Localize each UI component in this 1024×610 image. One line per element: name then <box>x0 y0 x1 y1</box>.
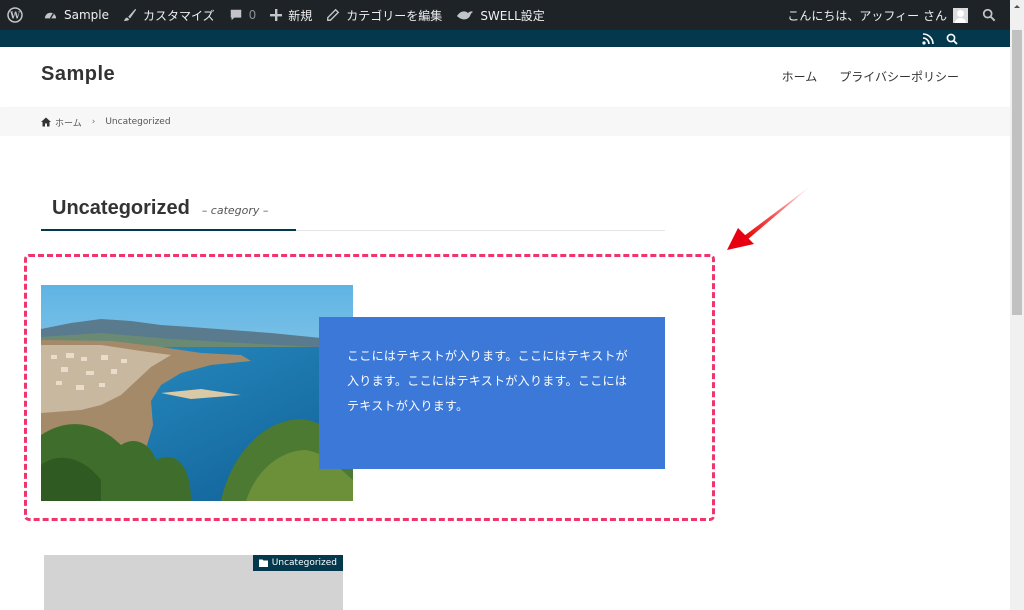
edit-category-link[interactable]: カテゴリーを編集 <box>319 0 449 30</box>
new-label: 新規 <box>288 8 313 23</box>
folder-icon <box>258 559 268 567</box>
featured-image <box>41 285 353 501</box>
swell-bird-icon <box>457 11 474 20</box>
featured-text-box: ここにはテキストが入ります。ここにはテキストが入ります。ここにはテキストが入りま… <box>319 317 665 469</box>
scrollbar-thumb[interactable] <box>1012 30 1022 315</box>
site-name-link[interactable]: Sample <box>36 0 116 30</box>
comments-count: 0 <box>248 8 257 22</box>
featured-text: ここにはテキストが入ります。ここにはテキストが入ります。ここにはテキストが入りま… <box>347 349 628 413</box>
search-icon <box>982 8 996 22</box>
search-icon[interactable] <box>946 33 958 45</box>
swell-settings-label: SWELL設定 <box>480 8 545 23</box>
home-icon <box>41 117 51 127</box>
archive-title-block: Uncategorized – category – <box>41 194 665 231</box>
svg-text:W: W <box>9 12 21 22</box>
site-title[interactable]: Sample <box>41 63 115 86</box>
page-scrollbar[interactable] <box>1010 0 1024 610</box>
new-content-link[interactable]: 新規 <box>263 0 319 30</box>
pencil-icon <box>327 8 340 21</box>
admin-bar: W Sample カスタマイズ 0 新規 カテゴリーを編集 SWELL設定 こん… <box>0 0 1010 30</box>
wordpress-logo-button[interactable]: W <box>0 0 36 30</box>
site-header: Sample ホーム プライバシーポリシー <box>0 47 1010 107</box>
dashboard-icon <box>44 12 57 19</box>
header-top-bar <box>0 30 1010 47</box>
customize-label: カスタマイズ <box>143 8 215 23</box>
my-account-link[interactable]: こんにちは、アッフィー さん <box>780 0 975 30</box>
comment-icon <box>230 9 241 21</box>
nav-item-home[interactable]: ホーム <box>782 68 818 85</box>
breadcrumb: ホーム › Uncategorized <box>0 108 1010 136</box>
annotation-arrow <box>727 185 812 250</box>
wordpress-icon: W <box>7 7 23 23</box>
breadcrumb-home[interactable]: ホーム <box>55 116 82 129</box>
greeting-label: こんにちは、アッフィー さん <box>787 8 947 23</box>
brush-icon <box>123 8 137 22</box>
chevron-right-icon: › <box>91 117 96 127</box>
edit-category-label: カテゴリーを編集 <box>346 8 443 23</box>
admin-search-button[interactable] <box>975 0 1010 30</box>
category-badge-label: Uncategorized <box>271 558 337 568</box>
breadcrumb-current: Uncategorized <box>105 117 171 127</box>
customize-link[interactable]: カスタマイズ <box>116 0 222 30</box>
category-badge[interactable]: Uncategorized <box>252 555 343 571</box>
scroll-up-arrow-icon[interactable] <box>1010 0 1024 14</box>
avatar <box>953 7 968 23</box>
swell-settings-link[interactable]: SWELL設定 <box>449 0 551 30</box>
rss-icon[interactable] <box>922 32 934 45</box>
site-name-label: Sample <box>64 8 109 22</box>
page-subtitle: – category – <box>201 204 269 217</box>
post-card[interactable]: Uncategorized <box>44 555 343 610</box>
page-title: Uncategorized <box>52 197 190 219</box>
nav-item-privacy-policy[interactable]: プライバシーポリシー <box>839 68 959 85</box>
global-nav: ホーム プライバシーポリシー <box>782 68 959 85</box>
comments-link[interactable]: 0 <box>222 0 264 30</box>
plus-icon <box>270 9 283 21</box>
